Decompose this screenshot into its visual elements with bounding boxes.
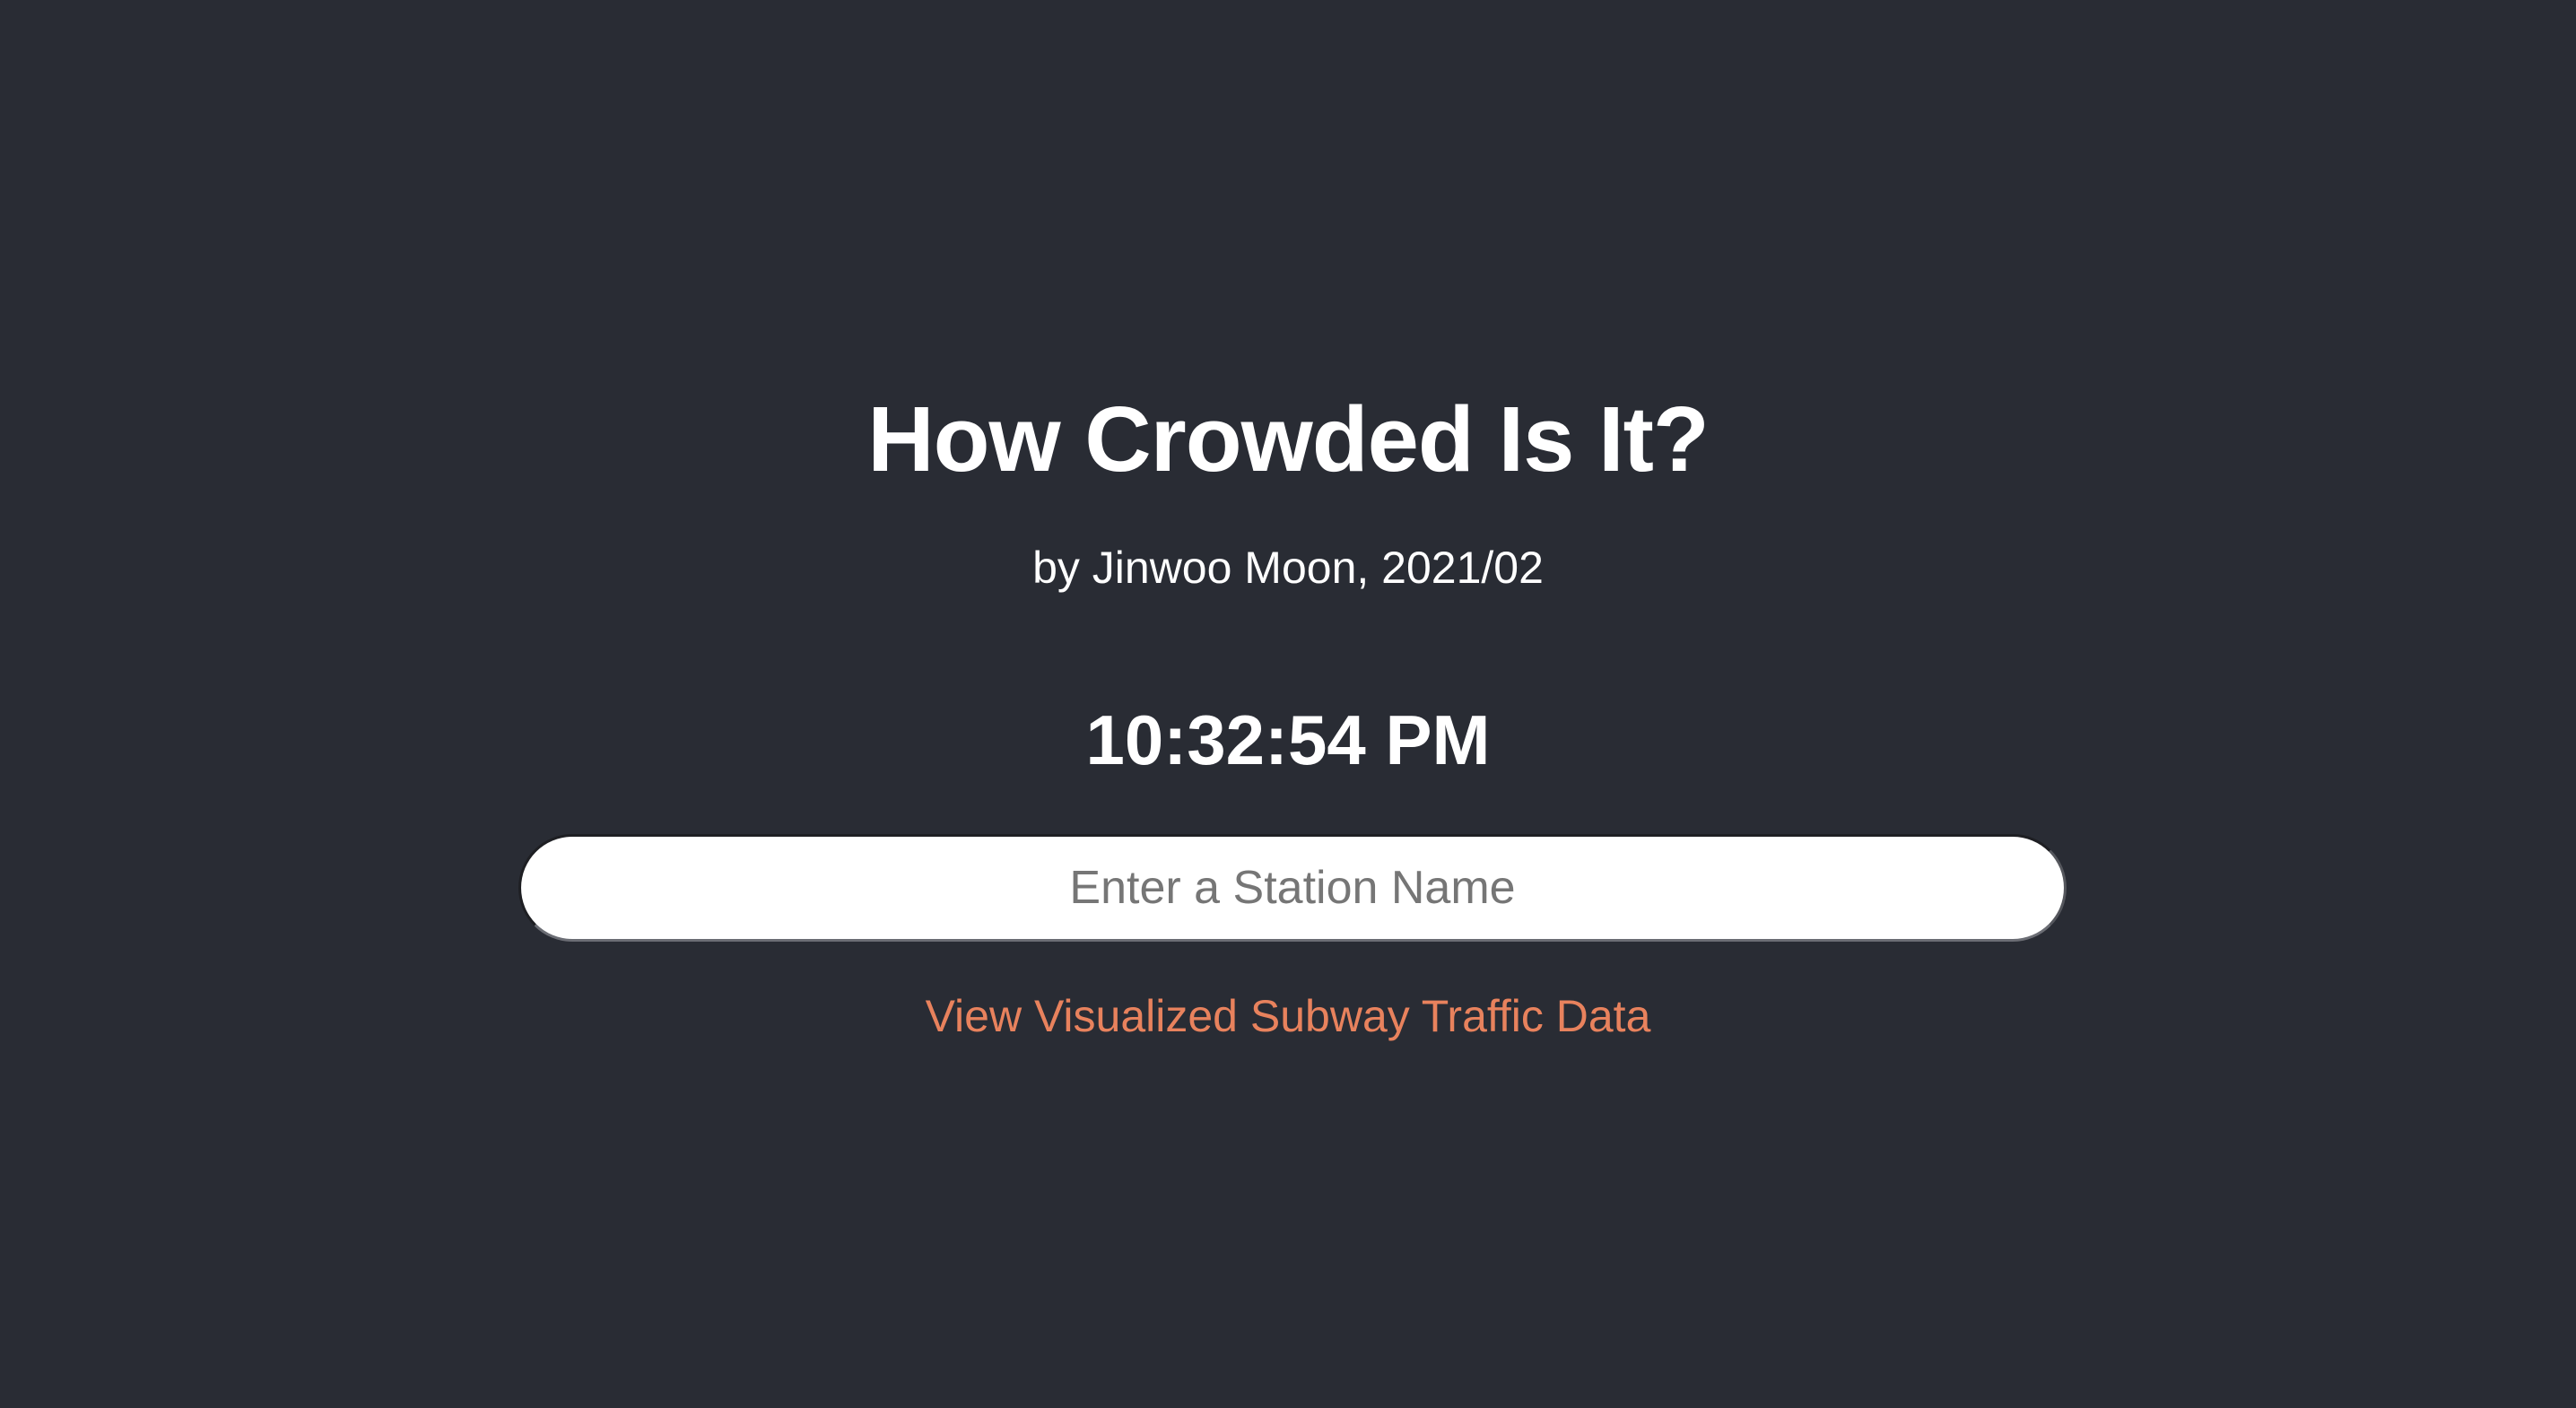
author-byline: by Jinwoo Moon, 2021/02 — [1032, 543, 1544, 593]
page-root: How Crowded Is It? by Jinwoo Moon, 2021/… — [0, 0, 2576, 1408]
station-search — [518, 834, 2067, 942]
station-name-input[interactable] — [518, 834, 2067, 942]
traffic-data-link-container: View Visualized Subway Traffic Data — [0, 986, 2576, 1046]
view-visualized-traffic-link[interactable]: View Visualized Subway Traffic Data — [926, 991, 1651, 1041]
current-time-clock: 10:32:54 PM — [1085, 700, 1491, 779]
page-title: How Crowded Is It? — [867, 387, 1710, 491]
